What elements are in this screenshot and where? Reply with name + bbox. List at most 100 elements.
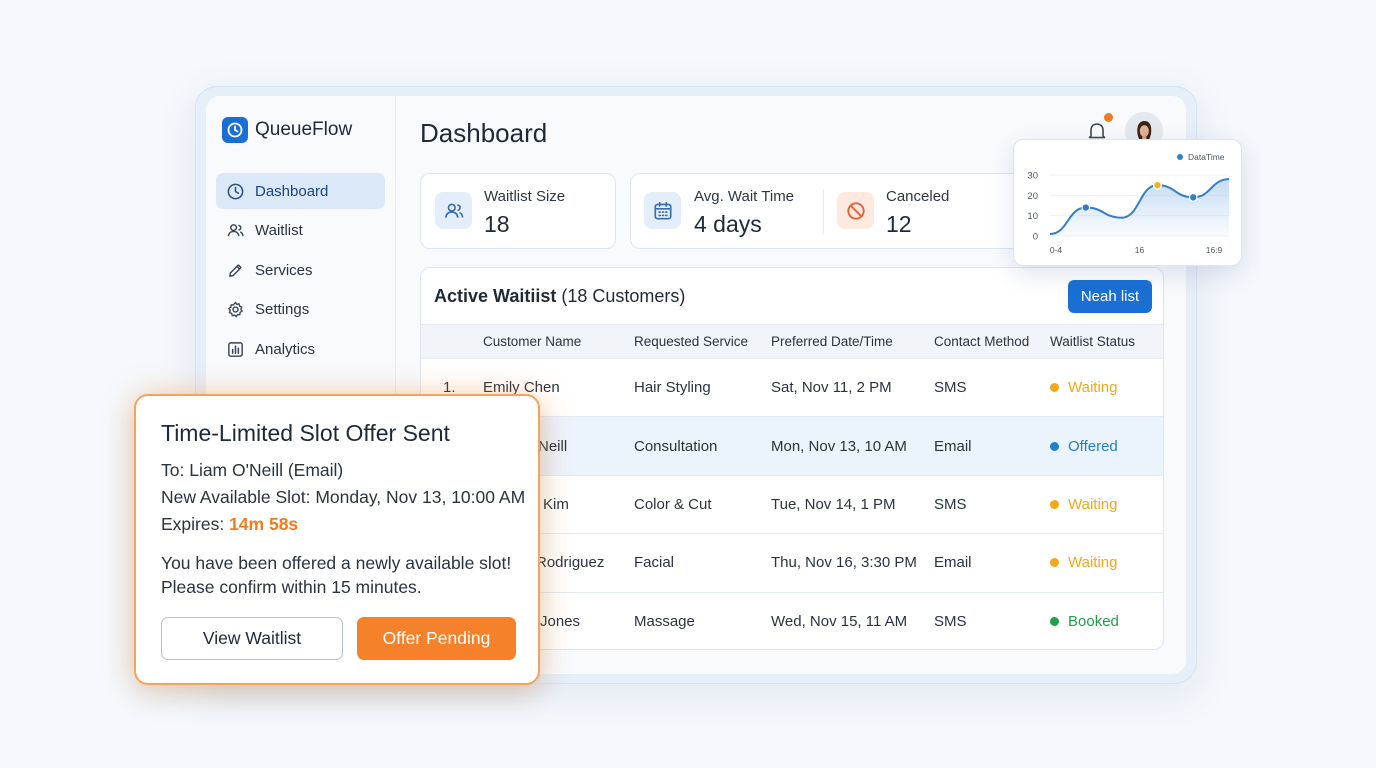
preferred-datetime: Mon, Nov 13, 10 AM — [771, 416, 934, 476]
sidebar-item-label: Analytics — [255, 340, 316, 358]
table-title-bold: Active Waitiist — [434, 286, 557, 306]
sidebar-item-label: Waitlist — [255, 222, 303, 239]
app-name: QueueFlow — [255, 119, 353, 140]
requested-service: Hair Styling — [634, 358, 771, 418]
clock-icon — [227, 183, 244, 199]
requested-service: Facial — [634, 533, 771, 593]
y-tick-label: 20 — [1027, 191, 1038, 202]
status-text: Waiting — [1068, 554, 1118, 572]
pencil-icon — [229, 263, 242, 277]
stat-card-waitlist-size[interactable]: Waitlist Size 18 — [420, 173, 616, 249]
sidebar-item-dashboard[interactable]: Dashboard — [216, 173, 385, 209]
waitlist-status: Waiting — [1050, 475, 1163, 535]
expires-label: Expires: — [161, 514, 230, 534]
waitlist-status: Offered — [1050, 416, 1163, 476]
sidebar-item-label: Services — [255, 261, 313, 279]
status-badge: Waiting — [1050, 496, 1117, 513]
brand[interactable]: QueueFlow — [222, 117, 352, 143]
toast-expires: Expires: 14m 58s — [161, 514, 298, 535]
toast-recipient: To: Liam O'Neill (Email) — [161, 460, 344, 480]
data-point — [1081, 203, 1091, 212]
y-tick-label: 10 — [1027, 211, 1038, 222]
column-header — [421, 324, 483, 359]
clock-logo-icon — [222, 117, 248, 143]
sidebar-item-label: Dashboard — [255, 182, 329, 200]
stat-card-wait-and-canceled[interactable]: Avg. Wait Time 4 days Canceled 12 — [630, 173, 1026, 249]
requested-service: Consultation — [634, 416, 771, 476]
status-text: Offered — [1068, 437, 1118, 455]
column-header[interactable]: Contact Method — [934, 324, 1050, 359]
waitlist-status: Waiting — [1050, 358, 1163, 418]
stat-label: Waitlist Size — [484, 188, 566, 205]
new-list-button[interactable]: Neah list — [1068, 280, 1152, 313]
toast-message-2: Please confirm within 15 minutes. — [161, 577, 422, 597]
bar-chart-icon — [228, 341, 243, 357]
calendar-icon — [644, 192, 681, 229]
slot-offer-toast: Time-Limited Slot Offer Sent To: Liam O'… — [134, 394, 540, 685]
status-dot — [1050, 441, 1059, 451]
table-header-row: Customer Name Requested Service Preferre… — [421, 324, 1163, 359]
status-badge: Offered — [1050, 438, 1118, 455]
status-badge: Waiting — [1050, 554, 1117, 571]
preferred-datetime: Thu, Nov 16, 3:30 PM — [771, 533, 934, 593]
trend-chart-card[interactable]: 0 10 20 30 0-4 16 16:9 DataTime — [1013, 139, 1242, 266]
status-text: Booked — [1068, 613, 1119, 630]
stat-value: 12 — [886, 211, 912, 237]
preferred-datetime: Tue, Nov 14, 1 PM — [771, 475, 934, 535]
sidebar-item-settings[interactable]: Settings — [216, 292, 385, 328]
trend-line-chart: 0 10 20 30 0-4 16 16:9 DataTime — [1027, 152, 1230, 255]
stat-value: 4 days — [694, 211, 762, 237]
data-point — [1152, 180, 1162, 190]
stat-label: Canceled — [886, 188, 950, 205]
table-title: Active Waitiist (18 Customers) — [434, 286, 685, 307]
x-tick-label: 0-4 — [1050, 245, 1063, 255]
status-badge: Waiting — [1050, 379, 1117, 396]
toast-title: Time-Limited Slot Offer Sent — [161, 420, 450, 446]
x-tick-label: 16 — [1135, 245, 1145, 255]
status-text: Waiting — [1068, 379, 1118, 397]
users-icon — [227, 224, 244, 237]
contact-method: Email — [934, 416, 1050, 476]
page-title: Dashboard — [420, 118, 548, 148]
sidebar-nav: Dashboard Waitlist Services Settings Ana… — [216, 173, 385, 371]
requested-service: Color & Cut — [634, 475, 771, 535]
contact-method: SMS — [934, 475, 1050, 535]
waitlist-status: Waiting — [1050, 533, 1163, 593]
data-point — [1188, 192, 1198, 202]
preferred-datetime: Sat, Nov 11, 2 PM — [771, 358, 934, 418]
legend-marker — [1177, 154, 1183, 160]
ban-icon — [837, 192, 874, 229]
status-dot — [1050, 383, 1059, 393]
toast-slot: New Available Slot: Monday, Nov 13, 10:0… — [161, 487, 526, 507]
table-title-count: (18 Customers) — [556, 286, 686, 306]
column-header[interactable]: Preferred Date/Time — [771, 324, 934, 359]
status-dot — [1050, 558, 1059, 568]
requested-service: Massage — [634, 613, 695, 630]
y-tick-label: 30 — [1027, 171, 1038, 182]
contact-method: SMS — [934, 613, 967, 630]
column-header[interactable]: Requested Service — [634, 324, 771, 359]
sidebar-item-label: Settings — [255, 301, 310, 318]
area-fill — [1050, 179, 1229, 236]
view-waitlist-button[interactable]: View Waitlist — [161, 617, 343, 660]
offer-pending-button[interactable]: Offer Pending — [357, 617, 516, 660]
sidebar-item-waitlist[interactable]: Waitlist — [216, 213, 385, 249]
column-header[interactable]: Waitlist Status — [1050, 324, 1163, 359]
y-tick-label: 0 — [1033, 232, 1038, 243]
column-header[interactable]: Customer Name — [483, 324, 634, 359]
x-tick-label: 16:9 — [1206, 245, 1223, 255]
status-text: Waiting — [1068, 495, 1118, 513]
waitlist-status: Booked — [1050, 592, 1163, 649]
contact-method: SMS — [934, 358, 1050, 418]
notification-badge — [1104, 113, 1113, 122]
preferred-datetime: Wed, Nov 15, 11 AM — [771, 613, 908, 630]
gear-icon — [228, 301, 243, 318]
status-dot — [1050, 617, 1059, 626]
sidebar-item-services[interactable]: Services — [216, 252, 385, 288]
status-badge: Booked — [1050, 613, 1119, 630]
toast-message-1: You have been offered a newly available … — [161, 553, 512, 573]
contact-method: Email — [934, 533, 1050, 593]
status-dot — [1050, 499, 1059, 509]
expires-countdown: 14m 58s — [229, 514, 299, 534]
sidebar-item-analytics[interactable]: Analytics — [216, 331, 385, 367]
